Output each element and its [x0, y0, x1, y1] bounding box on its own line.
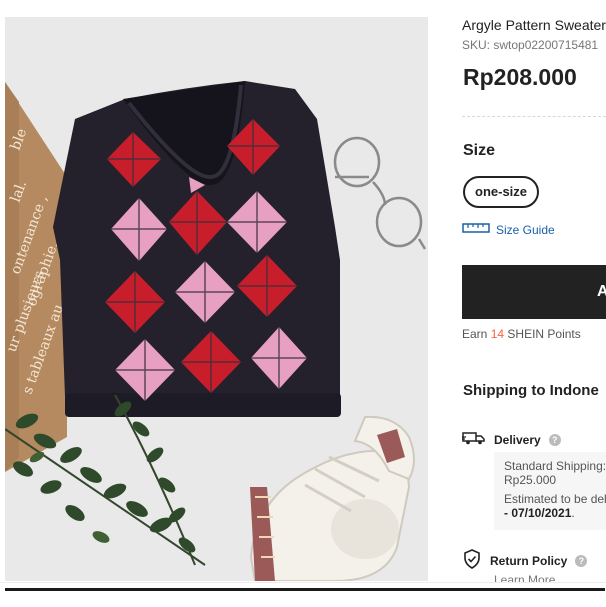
- divider: [462, 116, 606, 117]
- shein-points: Earn 14 SHEIN Points: [462, 327, 581, 341]
- delivery-label: Delivery: [494, 432, 541, 447]
- return-policy-row: Return Policy ?: [462, 549, 588, 572]
- help-icon[interactable]: ?: [548, 433, 561, 446]
- learn-more-link[interactable]: Learn More: [494, 573, 555, 582]
- return-policy-label: Return Policy: [490, 553, 568, 568]
- bottom-bar: [0, 582, 606, 607]
- delivery-details: Standard Shipping: Rp25.000 Estimated to…: [494, 452, 606, 530]
- add-to-bag-button[interactable]: A: [462, 265, 606, 319]
- size-guide-label: Size Guide: [496, 222, 555, 237]
- shipping-heading: Shipping to Indone: [463, 382, 599, 399]
- ruler-icon: [462, 222, 490, 237]
- estimate-tail: .: [571, 506, 575, 520]
- estimate-line: - 07/10/2021.: [504, 506, 606, 520]
- size-guide-link[interactable]: Size Guide: [462, 222, 555, 237]
- shield-check-icon: [462, 549, 482, 572]
- points-value: 14: [490, 327, 505, 341]
- product-image[interactable]: ble lal. ontenance , ographie. ur plusie…: [5, 17, 428, 581]
- product-sku: SKU: swtop02200715481: [462, 38, 599, 52]
- points-suffix: SHEIN Points: [507, 327, 581, 341]
- standard-shipping-label: Standard Shipping:: [504, 459, 606, 473]
- size-option-one-size[interactable]: one-size: [463, 176, 540, 208]
- estimate-label: Estimated to be del: [504, 492, 606, 506]
- bottom-strip: [5, 588, 605, 591]
- size-heading: Size: [463, 142, 496, 159]
- sweater-vest: [53, 81, 341, 417]
- truck-icon: [462, 431, 486, 448]
- delivery-row: Delivery ?: [462, 431, 561, 448]
- product-info-panel: Argyle Pattern Sweater SKU: swtop0220071…: [462, 0, 606, 582]
- estimate-date: - 07/10/2021: [504, 506, 572, 520]
- standard-shipping-price: Rp25.000: [504, 473, 557, 487]
- product-photo-art: ble lal. ontenance , ographie. ur plusie…: [5, 17, 428, 581]
- product-title: Argyle Pattern Sweater: [462, 17, 606, 33]
- help-icon[interactable]: ?: [575, 554, 588, 567]
- product-price: Rp208.000: [463, 64, 577, 90]
- points-prefix: Earn: [462, 327, 488, 341]
